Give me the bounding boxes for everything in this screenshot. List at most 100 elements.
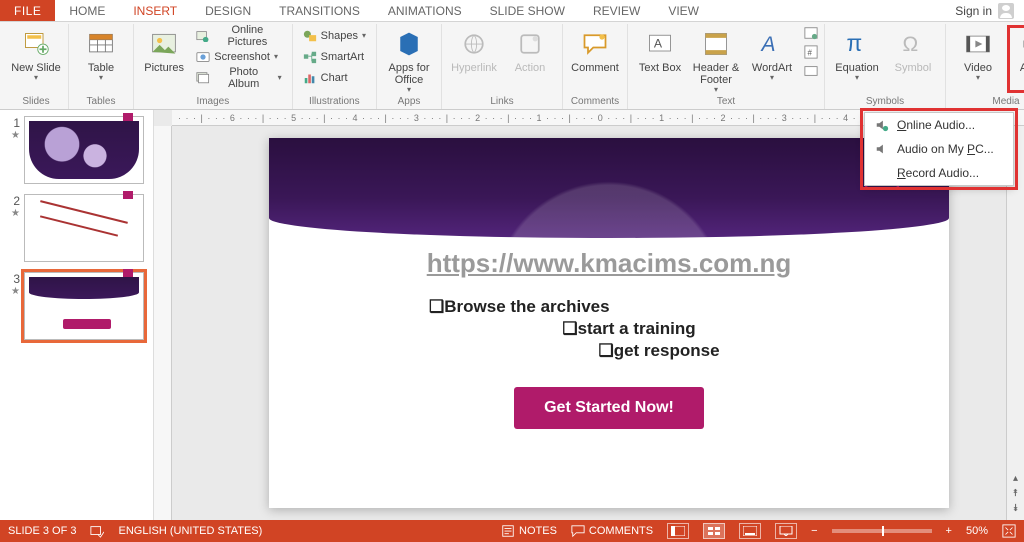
video-button[interactable]: Video ▾ bbox=[952, 26, 1004, 92]
smartart-icon bbox=[303, 50, 317, 64]
pictures-icon bbox=[150, 30, 178, 58]
tab-view[interactable]: VIEW bbox=[654, 0, 713, 21]
action-button[interactable]: Action bbox=[504, 26, 556, 92]
video-icon bbox=[964, 30, 992, 58]
audio-online-item[interactable]: Online Audio... bbox=[865, 113, 1013, 137]
status-comments[interactable]: COMMENTS bbox=[571, 524, 653, 538]
view-reading-button[interactable] bbox=[739, 523, 761, 539]
comment-icon bbox=[581, 30, 609, 58]
ribbon-tabs: HOME INSERT DESIGN TRANSITIONS ANIMATION… bbox=[55, 0, 713, 21]
menu-tab-bar: FILE HOME INSERT DESIGN TRANSITIONS ANIM… bbox=[0, 0, 1024, 22]
status-notes[interactable]: NOTES bbox=[501, 524, 557, 538]
audio-button[interactable]: Audio ▾ bbox=[1008, 26, 1024, 92]
thumb-number-1: 1★ bbox=[6, 116, 20, 184]
audio-dropdown: Online Audio... Audio on My PC... Record… bbox=[864, 112, 1014, 186]
text-box-icon: A bbox=[646, 30, 674, 58]
group-label-tables: Tables bbox=[87, 96, 116, 107]
apps-icon bbox=[395, 30, 423, 58]
comments-icon bbox=[571, 524, 585, 538]
photo-album-icon bbox=[196, 71, 209, 85]
status-slide-count: SLIDE 3 OF 3 bbox=[8, 525, 76, 537]
status-language[interactable]: ENGLISH (UNITED STATES) bbox=[118, 525, 262, 537]
audio-icon bbox=[1020, 30, 1024, 58]
next-slide-icon[interactable]: ⯯ bbox=[1013, 503, 1019, 514]
smartart-button[interactable]: SmartArt bbox=[299, 47, 370, 67]
slide-cta-button[interactable]: Get Started Now! bbox=[514, 387, 704, 429]
thumb-slide-3[interactable] bbox=[24, 272, 144, 340]
tab-animations[interactable]: ANIMATIONS bbox=[374, 0, 476, 21]
wordart-icon: A bbox=[758, 30, 786, 58]
shapes-button[interactable]: Shapes▾ bbox=[299, 26, 370, 46]
tab-home[interactable]: HOME bbox=[55, 0, 119, 21]
slide-bullets[interactable]: ❑Browse the archives ❑start a training ❑… bbox=[269, 297, 949, 361]
thumb-number-3: 3★ bbox=[6, 272, 20, 340]
group-images: Pictures Online Pictures Screenshot▾ Pho… bbox=[134, 24, 293, 109]
pictures-button[interactable]: Pictures bbox=[140, 26, 188, 92]
group-symbols: π Equation ▾ Ω Symbol Symbols bbox=[825, 24, 946, 109]
tab-review[interactable]: REVIEW bbox=[579, 0, 654, 21]
chevron-down-icon: ▾ bbox=[34, 74, 38, 83]
view-sorter-button[interactable] bbox=[703, 523, 725, 539]
thumb-slide-1[interactable] bbox=[24, 116, 144, 184]
fit-to-window-button[interactable] bbox=[1002, 524, 1016, 538]
group-label-apps: Apps bbox=[398, 96, 421, 107]
table-button[interactable]: Table ▾ bbox=[75, 26, 127, 92]
svg-text:Ω: Ω bbox=[903, 33, 919, 56]
file-tab[interactable]: FILE bbox=[0, 0, 55, 21]
new-slide-icon bbox=[22, 30, 50, 58]
comment-button[interactable]: Comment bbox=[569, 26, 621, 92]
slide-bullet-3: ❑get response bbox=[269, 341, 949, 361]
zoom-out-button[interactable]: − bbox=[811, 525, 817, 537]
chevron-down-icon: ▾ bbox=[976, 74, 980, 83]
chevron-down-icon: ▾ bbox=[770, 74, 774, 83]
date-time-icon[interactable] bbox=[804, 26, 818, 40]
spellcheck-icon bbox=[90, 524, 104, 538]
tab-design[interactable]: DESIGN bbox=[191, 0, 265, 21]
audio-record-item[interactable]: Record Audio... bbox=[865, 161, 1013, 185]
group-links: Hyperlink Action Links bbox=[442, 24, 563, 109]
object-icon[interactable] bbox=[804, 64, 818, 78]
group-illustrations: Shapes▾ SmartArt Chart Illustrations bbox=[293, 24, 377, 109]
prev-slide-icon[interactable]: ⯭ bbox=[1013, 488, 1019, 499]
audio-on-pc-item[interactable]: Audio on My PC... bbox=[865, 137, 1013, 161]
slide-url[interactable]: https://www.kmacims.com.ng bbox=[269, 248, 949, 279]
tab-transitions[interactable]: TRANSITIONS bbox=[265, 0, 374, 21]
screenshot-button[interactable]: Screenshot▾ bbox=[192, 47, 285, 67]
group-label-media: Media bbox=[992, 96, 1019, 107]
group-label-text: Text bbox=[717, 96, 735, 107]
group-label-links: Links bbox=[490, 96, 513, 107]
scroll-up-icon[interactable]: ▴ bbox=[1013, 473, 1018, 484]
slide-header-shape bbox=[269, 138, 949, 238]
zoom-level[interactable]: 50% bbox=[966, 525, 988, 537]
tab-insert[interactable]: INSERT bbox=[119, 0, 191, 21]
online-pictures-button[interactable]: Online Pictures bbox=[192, 26, 285, 46]
apps-for-office-button[interactable]: Apps for Office ▾ bbox=[383, 26, 435, 92]
hyperlink-button[interactable]: Hyperlink bbox=[448, 26, 500, 92]
group-text: A Text Box Header & Footer ▾ A WordArt ▾… bbox=[628, 24, 825, 109]
header-footer-icon bbox=[702, 30, 730, 58]
current-slide[interactable]: Visit: https://www.kmacims.com.ng ❑Brows… bbox=[269, 138, 949, 508]
status-spellcheck[interactable] bbox=[90, 524, 104, 538]
group-apps: Apps for Office ▾ Apps bbox=[377, 24, 442, 109]
view-normal-button[interactable] bbox=[667, 523, 689, 539]
view-slideshow-button[interactable] bbox=[775, 523, 797, 539]
sign-in-label: Sign in bbox=[955, 4, 992, 18]
chart-button[interactable]: Chart bbox=[299, 68, 370, 88]
text-box-button[interactable]: A Text Box bbox=[634, 26, 686, 92]
new-slide-button[interactable]: New Slide ▾ bbox=[10, 26, 62, 92]
zoom-in-button[interactable]: + bbox=[946, 525, 952, 537]
symbol-button[interactable]: Ω Symbol bbox=[887, 26, 939, 92]
tab-slideshow[interactable]: SLIDE SHOW bbox=[476, 0, 579, 21]
zoom-slider[interactable] bbox=[832, 529, 932, 533]
wordart-button[interactable]: A WordArt ▾ bbox=[746, 26, 798, 92]
thumb-slide-2[interactable] bbox=[24, 194, 144, 262]
header-footer-button[interactable]: Header & Footer ▾ bbox=[690, 26, 742, 92]
sign-in[interactable]: Sign in bbox=[945, 0, 1024, 21]
photo-album-button[interactable]: Photo Album▾ bbox=[192, 68, 285, 88]
group-tables: Table ▾ Tables bbox=[69, 24, 134, 109]
slide-number-icon[interactable]: # bbox=[804, 45, 818, 59]
equation-button[interactable]: π Equation ▾ bbox=[831, 26, 883, 92]
equation-icon: π bbox=[843, 30, 871, 58]
group-slides: New Slide ▾ Slides bbox=[4, 24, 69, 109]
svg-text:π: π bbox=[847, 30, 863, 56]
